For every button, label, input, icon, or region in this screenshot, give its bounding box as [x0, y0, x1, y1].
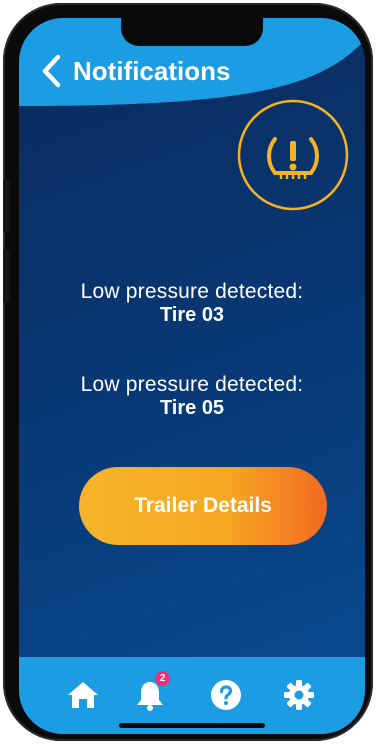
- phone-frame: Notifications Low pressure detected: Tir…: [3, 3, 373, 741]
- gear-icon: [284, 680, 314, 710]
- volume-down-button: [3, 249, 10, 303]
- home-indicator[interactable]: [119, 723, 265, 728]
- notification-item: Low pressure detected: Tire 05: [19, 373, 365, 420]
- volume-up-button: [3, 179, 10, 233]
- page-title: Notifications: [73, 55, 231, 86]
- notification-message: Low pressure detected:: [80, 280, 304, 303]
- nav-help[interactable]: [206, 675, 246, 715]
- nav-notifications[interactable]: 2: [130, 671, 170, 715]
- nav-home[interactable]: [63, 675, 103, 715]
- help-icon: [211, 680, 241, 710]
- trailer-details-button[interactable]: Trailer Details: [79, 467, 327, 545]
- notification-message: Low pressure detected:: [80, 373, 304, 396]
- notification-tire: Tire 03: [159, 304, 225, 326]
- top-bar: Notifications: [19, 48, 365, 94]
- back-button[interactable]: [31, 48, 71, 94]
- camera-notch: [121, 18, 263, 46]
- notification-item: Low pressure detected: Tire 03: [19, 280, 365, 327]
- nav-settings[interactable]: [279, 675, 319, 715]
- tire-pressure-warning-icon: [237, 99, 349, 211]
- notification-count-badge: 2: [155, 671, 170, 686]
- chevron-left-icon: [42, 54, 61, 88]
- home-icon: [68, 682, 98, 708]
- app-screen: Notifications Low pressure detected: Tir…: [19, 18, 365, 734]
- notification-tire: Tire 05: [159, 397, 225, 419]
